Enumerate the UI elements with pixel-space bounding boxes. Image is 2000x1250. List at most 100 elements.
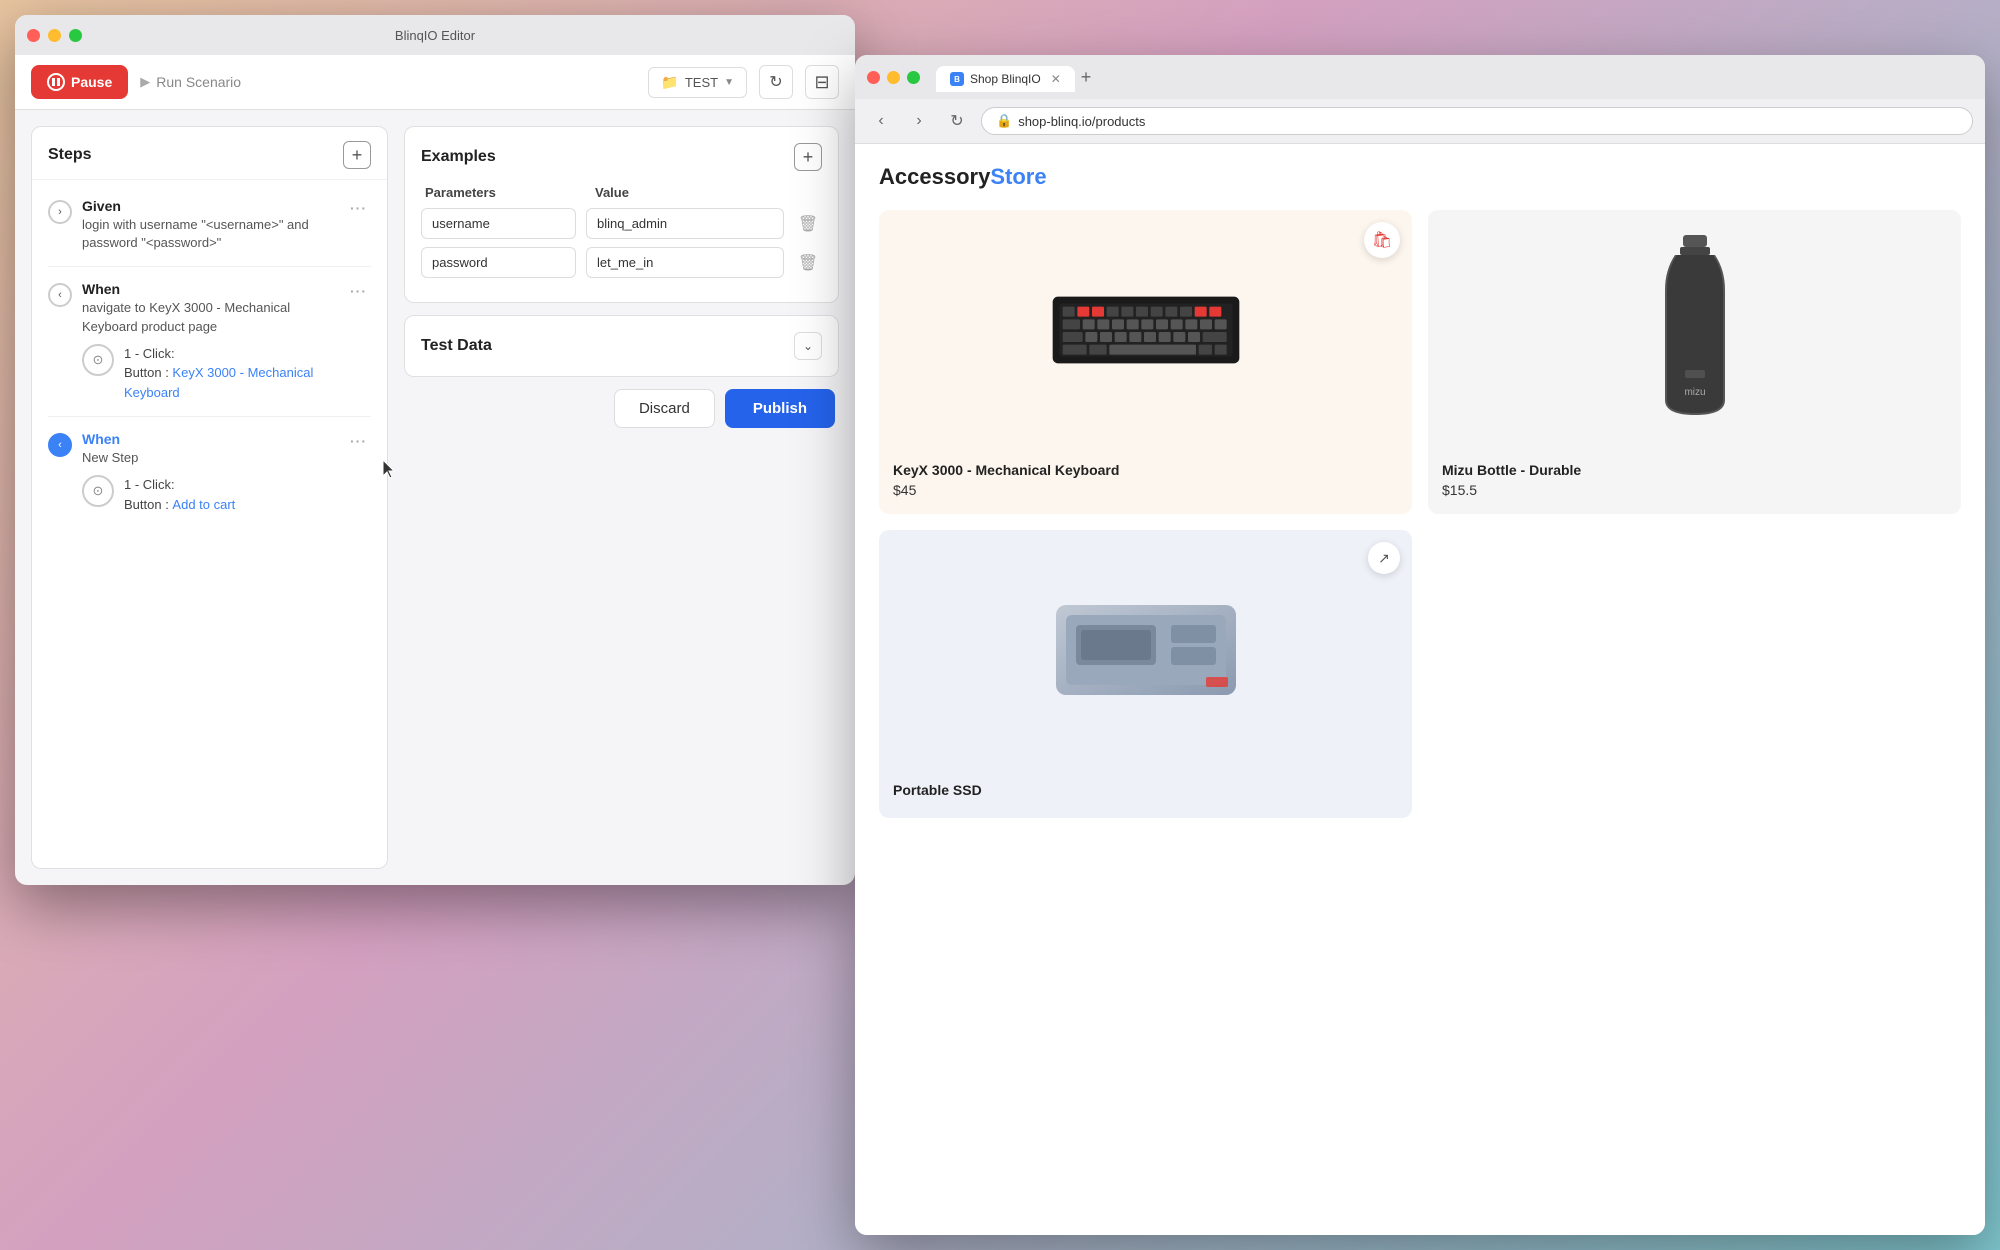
step-description: navigate to KeyX 3000 - Mechanical Keybo… bbox=[82, 299, 336, 335]
value-input[interactable] bbox=[586, 247, 784, 278]
title-bar: BlinqIO Editor bbox=[15, 15, 855, 55]
parameters-column-header: Parameters bbox=[425, 185, 585, 200]
product-card[interactable]: ↗ bbox=[879, 530, 1412, 818]
test-data-header[interactable]: Test Data ⌄ bbox=[421, 332, 822, 360]
step-expand-button[interactable]: ‹ bbox=[48, 283, 72, 307]
minimize-button[interactable] bbox=[48, 29, 61, 42]
new-tab-button[interactable]: + bbox=[1075, 67, 1098, 88]
panel-icon: ⊟ bbox=[814, 72, 829, 93]
browser-minimize-button[interactable] bbox=[887, 71, 900, 84]
share-button[interactable]: ↗ bbox=[1368, 542, 1400, 574]
step-detail: ⊙ 1 - Click: Button : Add to cart bbox=[82, 475, 371, 514]
discard-button[interactable]: Discard bbox=[614, 389, 715, 428]
step-menu-button[interactable]: ··· bbox=[346, 198, 371, 218]
ssd-image bbox=[1036, 585, 1256, 715]
product-name: Portable SSD bbox=[893, 782, 1398, 798]
trash-icon: 🗑 bbox=[798, 253, 818, 273]
step-action-number: 1 - Click: bbox=[124, 477, 175, 492]
trash-icon: 🗑 bbox=[798, 214, 818, 234]
plus-icon: + bbox=[352, 145, 363, 166]
step-description: New Step bbox=[82, 449, 336, 467]
add-step-button[interactable]: + bbox=[343, 141, 371, 169]
security-icon: 🔒 bbox=[996, 113, 1012, 129]
forward-button[interactable]: › bbox=[905, 107, 933, 135]
examples-row: 🗑 bbox=[421, 247, 822, 278]
test-data-panel: Test Data ⌄ bbox=[404, 315, 839, 377]
product-price: $15.5 bbox=[1442, 482, 1947, 498]
product-card[interactable]: 🛍 bbox=[879, 210, 1412, 514]
chevron-down-icon: ⌄ bbox=[803, 339, 813, 353]
product-card[interactable]: mizu Mizu Bottle - Durable $15.5 bbox=[1428, 210, 1961, 514]
refresh-button[interactable]: ↻ bbox=[759, 65, 793, 99]
examples-row: 🗑 bbox=[421, 208, 822, 239]
products-grid: 🛍 bbox=[879, 210, 1961, 818]
folder-icon: 📁 bbox=[661, 74, 678, 91]
step-content: When New Step bbox=[82, 431, 336, 467]
panel-toggle-button[interactable]: ⊟ bbox=[805, 65, 839, 99]
parameter-input[interactable] bbox=[421, 208, 576, 239]
steps-list: › Given login with username "<username>"… bbox=[32, 180, 387, 868]
fullscreen-button[interactable] bbox=[69, 29, 82, 42]
examples-panel: Examples + Parameters Value bbox=[404, 126, 839, 303]
step-detail-text: 1 - Click: Button : Add to cart bbox=[124, 475, 235, 514]
product-name: Mizu Bottle - Durable bbox=[1442, 462, 1947, 478]
steps-title: Steps bbox=[48, 146, 92, 164]
step-action-label: Button : bbox=[124, 365, 172, 380]
product-image: ↗ bbox=[879, 530, 1412, 770]
pause-button[interactable]: Pause bbox=[31, 65, 128, 99]
step-menu-button[interactable]: ··· bbox=[346, 431, 371, 451]
delete-row-button[interactable]: 🗑 bbox=[794, 249, 822, 277]
forward-icon: › bbox=[916, 112, 921, 130]
steps-panel: Steps + › Given login with username "<us… bbox=[31, 126, 388, 869]
examples-table-header: Parameters Value bbox=[421, 185, 822, 200]
url-text: shop-blinq.io/products bbox=[1018, 114, 1145, 129]
logo-part1: Accessory bbox=[879, 164, 990, 189]
step-detail: ⊙ 1 - Click: Button : KeyX 3000 - Mechan… bbox=[82, 344, 371, 403]
publish-button[interactable]: Publish bbox=[725, 389, 835, 428]
tab-bar: B Shop BlinqIO ✕ + bbox=[936, 62, 1097, 92]
close-button[interactable] bbox=[27, 29, 40, 42]
step-content: Given login with username "<username>" a… bbox=[82, 198, 336, 252]
value-column-header: Value bbox=[595, 185, 818, 200]
browser-fullscreen-button[interactable] bbox=[907, 71, 920, 84]
product-name: KeyX 3000 - Mechanical Keyboard bbox=[893, 462, 1398, 478]
test-data-expand-button[interactable]: ⌄ bbox=[794, 332, 822, 360]
step-header: › Given login with username "<username>"… bbox=[48, 198, 371, 252]
step-detail-icon: ⊙ bbox=[82, 475, 114, 507]
step-menu-button[interactable]: ··· bbox=[346, 281, 371, 301]
svg-text:mizu: mizu bbox=[1684, 387, 1705, 398]
back-button[interactable]: ‹ bbox=[867, 107, 895, 135]
step-action-label: Button : bbox=[124, 497, 172, 512]
browser-tab[interactable]: B Shop BlinqIO ✕ bbox=[936, 66, 1075, 92]
window-title: BlinqIO Editor bbox=[395, 28, 475, 43]
step-expand-button[interactable]: ‹ bbox=[48, 433, 72, 457]
refresh-nav-button[interactable]: ↻ bbox=[943, 107, 971, 135]
step-divider bbox=[48, 416, 371, 417]
add-example-button[interactable]: + bbox=[794, 143, 822, 171]
step-header: ‹ When New Step ··· bbox=[48, 431, 371, 467]
browser-close-button[interactable] bbox=[867, 71, 880, 84]
add-to-wishlist-button[interactable]: 🛍 bbox=[1364, 222, 1400, 258]
toolbar: Pause ▶ Run Scenario 📁 TEST ▼ ↻ ⊟ bbox=[15, 55, 855, 110]
step-type: Given bbox=[82, 198, 336, 214]
pause-icon bbox=[47, 73, 65, 91]
step-divider bbox=[48, 266, 371, 267]
step-expand-button[interactable]: › bbox=[48, 200, 72, 224]
test-data-title: Test Data bbox=[421, 337, 492, 355]
parameter-input[interactable] bbox=[421, 247, 576, 278]
step-action-link[interactable]: Add to cart bbox=[172, 497, 235, 512]
value-input[interactable] bbox=[586, 208, 784, 239]
browser-traffic-lights bbox=[867, 71, 920, 84]
chevron-down-icon: ▼ bbox=[724, 77, 734, 88]
delete-row-button[interactable]: 🗑 bbox=[794, 210, 822, 238]
run-scenario-button[interactable]: ▶ Run Scenario bbox=[140, 74, 241, 90]
step-item: ‹ When New Step ··· ⊙ 1 - Click: bbox=[32, 423, 387, 522]
refresh-icon: ↻ bbox=[950, 111, 963, 131]
url-bar[interactable]: 🔒 shop-blinq.io/products bbox=[981, 107, 1973, 135]
browser-nav: ‹ › ↻ 🔒 shop-blinq.io/products bbox=[855, 99, 1985, 144]
step-detail-icon: ⊙ bbox=[82, 344, 114, 376]
folder-selector[interactable]: 📁 TEST ▼ bbox=[648, 67, 747, 98]
tab-close-button[interactable]: ✕ bbox=[1051, 72, 1061, 86]
keyboard-image bbox=[1046, 270, 1246, 390]
bottom-actions: Discard Publish bbox=[404, 389, 839, 432]
